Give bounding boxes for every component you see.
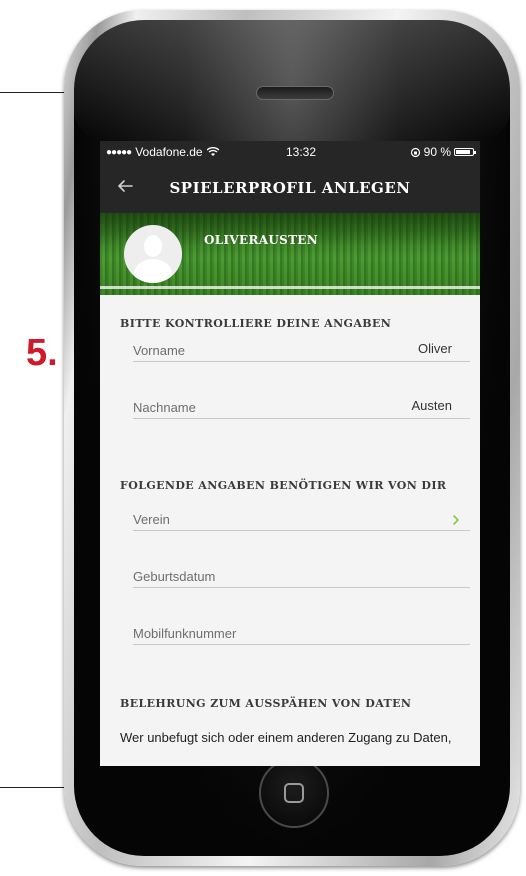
section-heading-check: BITTE KONTROLLIERE DEINE ANGABEN [120,317,392,330]
mobile-number-label: Mobilfunknummer [133,626,237,641]
birthdate-label: Geburtsdatum [133,569,216,584]
last-name-value: Austen [411,398,452,413]
status-bar: ●●●●● Vodafone.de 13:32 90 % [100,141,480,163]
wifi-icon [206,147,219,156]
home-square-icon [284,783,304,803]
birthdate-field[interactable]: Geburtsdatum [133,563,470,588]
status-time: 13:32 [286,145,317,159]
last-name-label: Nachname [133,400,196,415]
status-right: 90 % [410,145,476,159]
page-title: SPIELERPROFIL ANLEGEN [169,179,411,197]
step-number-label: 5. [26,332,58,374]
last-name-field[interactable]: Nachname Austen [133,394,470,419]
mobile-number-field[interactable]: Mobilfunknummer [133,620,470,645]
section-heading-required: FOLGENDE ANGABEN BENÖTIGEN WIR VON DIR [120,479,447,492]
carrier-name: Vodafone.de [135,145,203,159]
battery-percent: 90 % [423,145,451,159]
status-left: ●●●●● Vodafone.de [106,145,219,159]
first-name-field[interactable]: Vorname Oliver [133,337,470,362]
avatar-body-icon [134,259,172,283]
signal-dots-icon: ●●●●● [106,146,132,158]
club-field[interactable]: Verein [133,506,470,531]
battery-icon [454,148,476,156]
annotation-frame [0,92,66,788]
app-screen: ●●●●● Vodafone.de 13:32 90 % SPIELERPROF… [100,141,480,766]
avatar[interactable] [124,225,182,283]
pitch-line [100,286,480,289]
first-name-label: Vorname [133,343,186,358]
info-text: Wer unbefugt sich oder einem anderen Zug… [120,730,452,745]
home-button[interactable] [259,758,329,828]
nav-bar: SPIELERPROFIL ANLEGEN [100,163,480,213]
rotation-lock-icon [410,147,420,157]
first-name-value: Oliver [418,341,452,356]
profile-header: OLIVERAUSTEN [100,213,480,295]
section-heading-info: BELEHRUNG ZUM AUSSPÄHEN VON DATEN [120,697,412,710]
battery-tip [474,151,476,154]
earpiece-speaker [256,86,334,100]
battery-fill [456,150,471,154]
club-label: Verein [133,512,170,527]
back-arrow-icon[interactable] [116,177,134,195]
form-content: BITTE KONTROLLIERE DEINE ANGABEN Vorname… [100,295,480,745]
avatar-head-icon [144,235,162,257]
chevron-right-icon [453,515,459,525]
profile-name: OLIVERAUSTEN [204,233,319,247]
